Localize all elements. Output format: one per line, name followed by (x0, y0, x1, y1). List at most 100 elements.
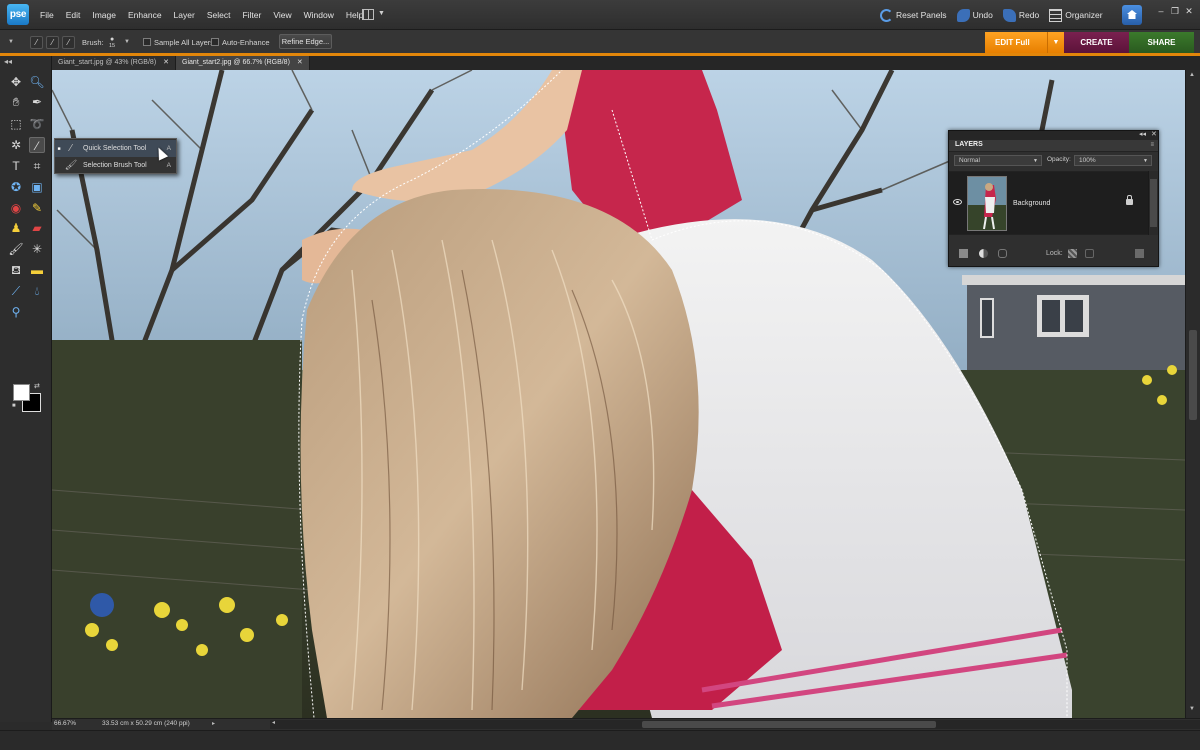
menu-filter[interactable]: Filter (242, 10, 261, 20)
brush-dropdown[interactable]: ▼ (124, 30, 130, 54)
minimize-button[interactable]: – (1154, 5, 1168, 17)
type-icon[interactable]: T (8, 158, 24, 174)
restore-button[interactable]: ❐ (1168, 5, 1182, 17)
eyedropper-icon[interactable]: ✒ (29, 94, 45, 110)
lock-all-icon[interactable] (1085, 249, 1094, 258)
menu-edit[interactable]: Edit (66, 10, 81, 20)
selection-brush-icon: 🖌︎ (64, 160, 78, 171)
quick-selection-icon[interactable]: ⁄ (29, 137, 45, 153)
gradient-icon[interactable]: ▬ (29, 262, 45, 278)
chevron-right-icon[interactable]: ▸ (212, 720, 215, 727)
foreground-color-swatch[interactable] (13, 384, 30, 401)
panel-menu-icon[interactable]: ≡ (1150, 142, 1154, 148)
close-icon[interactable]: ✕ (163, 56, 169, 70)
close-icon[interactable]: ✕ (297, 56, 303, 70)
opacity-field[interactable]: 100% ▼ (1074, 155, 1152, 166)
menu-select[interactable]: Select (207, 10, 231, 20)
layer-row[interactable]: Background (949, 172, 1148, 234)
scrollbar-thumb[interactable] (642, 721, 936, 728)
close-panel-icon[interactable]: ✕ (1151, 130, 1157, 138)
close-button[interactable]: ✕ (1182, 5, 1196, 17)
red-eye-icon[interactable]: ◉ (8, 200, 24, 216)
magic-wand-icon[interactable]: ✲ (8, 137, 24, 153)
scroll-down-icon[interactable]: ▼ (1189, 706, 1195, 712)
default-colors-icon[interactable]: ■ (12, 403, 16, 409)
hand-icon[interactable]: ✋︎ (8, 94, 24, 110)
eraser-icon[interactable]: ▰ (29, 220, 45, 236)
collapse-panel-icon[interactable]: ◂◂ (1139, 130, 1146, 138)
scrollbar-thumb[interactable] (1150, 179, 1157, 227)
vertical-scrollbar[interactable]: ▲ ▼ (1185, 70, 1200, 718)
paint-bucket-icon[interactable]: ⛾ (8, 262, 24, 278)
auto-enhance-checkbox[interactable]: Auto-Enhance (211, 30, 270, 54)
spot-healing-icon[interactable]: ✎ (29, 200, 45, 216)
toolbox: ◂◂ ✥ 🔍︎ ✋︎ ✒ ⬚ ➰ ✲ ⁄ T ⌗ ✪ ▣ ◉ ✎ ♟ ▰ 🖌︎ … (0, 56, 52, 722)
workspace-switcher[interactable]: ▼ (362, 8, 388, 22)
menu-list: File Edit Image Enhance Layer Select Fil… (34, 0, 369, 30)
trash-icon[interactable] (1135, 249, 1144, 258)
link-layers-icon[interactable] (998, 249, 1007, 258)
tab-edit-label: EDIT Full (995, 38, 1030, 47)
blur-icon[interactable]: 💧︎ (29, 283, 45, 299)
zoom-icon[interactable]: 🔍︎ (29, 74, 45, 90)
subtract-from-selection-icon[interactable]: ⁄ (62, 35, 75, 49)
tab-edit[interactable]: EDIT Full ▼ (985, 32, 1064, 53)
blend-mode-select[interactable]: Normal ▼ (954, 155, 1042, 166)
menu-bar: pse File Edit Image Enhance Layer Select… (0, 0, 1200, 30)
new-layer-icon[interactable] (959, 249, 968, 258)
menu-help[interactable]: Help (346, 10, 363, 20)
sponge-icon[interactable]: ⚲ (8, 304, 24, 320)
cookie-cutter-icon[interactable]: ✪ (8, 179, 24, 195)
organizer-button[interactable]: Organizer (1049, 8, 1103, 22)
crop-icon[interactable]: ⌗ (29, 158, 45, 174)
menu-image[interactable]: Image (92, 10, 116, 20)
opacity-value: 100% (1079, 157, 1096, 164)
chevron-down-icon[interactable]: ▼ (1047, 32, 1064, 53)
home-button[interactable] (1122, 5, 1142, 25)
tab-create[interactable]: CREATE (1064, 32, 1129, 53)
add-to-selection-icon[interactable]: ⁄ (46, 35, 59, 49)
recompose-icon[interactable]: ▣ (29, 179, 45, 195)
menu-layer[interactable]: Layer (174, 10, 195, 20)
layers-scrollbar[interactable] (1148, 171, 1158, 235)
brush-icon[interactable]: 🖌︎ (8, 241, 24, 257)
scrollbar-thumb[interactable] (1189, 330, 1197, 420)
scroll-left-icon[interactable]: ◂ (272, 719, 275, 726)
refine-edge-button[interactable]: Refine Edge... (279, 34, 332, 49)
zoom-level[interactable]: 66.67% (54, 720, 76, 727)
pencil-icon[interactable]: ⟋ (8, 283, 24, 299)
doc-tab[interactable]: Giant_start.jpg @ 43% (RGB/8) ✕ (52, 56, 177, 70)
brush-picker[interactable]: ● 15 (109, 30, 115, 54)
menu-file[interactable]: File (40, 10, 54, 20)
lasso-icon[interactable]: ➰ (29, 116, 45, 132)
shortcut-key: A (166, 162, 171, 169)
undo-button[interactable]: Undo (956, 8, 993, 22)
menu-window[interactable]: Window (304, 10, 334, 20)
new-selection-icon[interactable]: ⁄ (30, 35, 43, 49)
marquee-icon[interactable]: ⬚ (8, 116, 24, 132)
swap-colors-icon[interactable]: ⇄ (34, 382, 40, 390)
brush-label: Brush: (82, 37, 104, 47)
smart-brush-icon[interactable]: ✳ (29, 241, 45, 257)
tab-share[interactable]: SHARE (1129, 32, 1194, 53)
lock-transparency-icon[interactable] (1068, 249, 1077, 258)
redo-button[interactable]: Redo (1002, 8, 1039, 22)
move-icon[interactable]: ✥ (8, 74, 24, 90)
menu-view[interactable]: View (273, 10, 291, 20)
panel-title: LAYERS (955, 141, 983, 148)
collapse-toolbox-icon[interactable]: ◂◂ (4, 57, 12, 66)
right-tools: Reset Panels Undo Redo Organizer (880, 0, 1113, 30)
menu-enhance[interactable]: Enhance (128, 10, 162, 20)
clone-stamp-icon[interactable]: ♟ (8, 220, 24, 236)
sample-all-layers-checkbox[interactable]: Sample All Layers (143, 30, 214, 54)
eye-icon[interactable] (953, 199, 962, 205)
tool-preset-picker[interactable]: ▼ (8, 30, 14, 54)
panel-topbar: ◂◂ ✕ (949, 131, 1158, 140)
doc-tab-active[interactable]: Giant_start2.jpg @ 66.7% (RGB/8) ✕ (176, 56, 310, 70)
horizontal-scrollbar[interactable]: ◂ ▸ (270, 720, 1200, 729)
lock-label: Lock: (1046, 250, 1063, 257)
scroll-up-icon[interactable]: ▲ (1189, 72, 1195, 78)
reset-panels-button[interactable]: Reset Panels (880, 8, 947, 22)
checkbox-icon (143, 38, 151, 46)
adjustment-layer-icon[interactable] (979, 249, 988, 258)
